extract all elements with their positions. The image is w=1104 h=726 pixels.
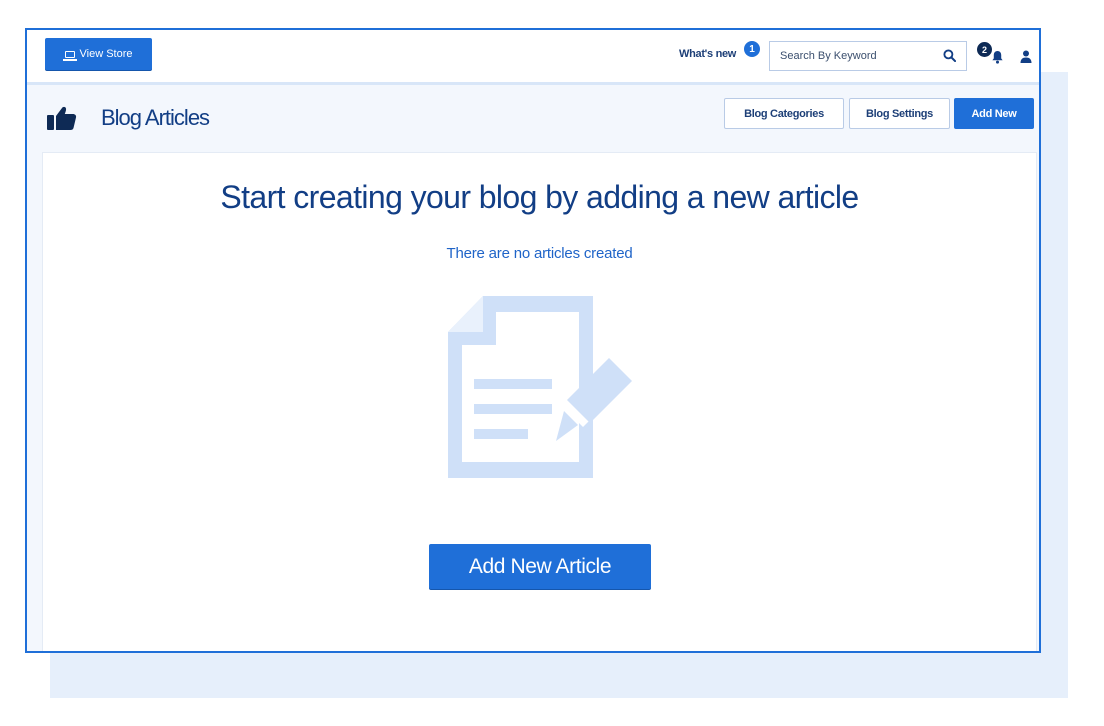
search-input[interactable]: [770, 42, 950, 70]
empty-state-heading: Start creating your blog by adding a new…: [220, 179, 859, 215]
empty-state-card: Start creating your blog by adding a new…: [42, 152, 1037, 651]
search-icon[interactable]: [943, 49, 956, 62]
search-box: [769, 41, 967, 71]
whats-new-badge: 1: [744, 41, 760, 57]
page-title: Blog Articles: [101, 105, 210, 130]
view-store-button[interactable]: View Store: [45, 38, 152, 70]
empty-state-subtext: There are no articles created: [446, 245, 633, 262]
whats-new-link[interactable]: What's new: [679, 48, 736, 60]
bell-icon[interactable]: [991, 50, 1004, 64]
blog-settings-button[interactable]: Blog Settings: [849, 98, 950, 129]
thumbs-up-icon: [47, 106, 77, 130]
blog-categories-button[interactable]: Blog Categories: [724, 98, 844, 129]
document-edit-icon: [448, 296, 632, 478]
view-store-label: View Store: [79, 48, 133, 60]
monitor-icon: [62, 50, 77, 61]
notification-badge: 2: [977, 42, 992, 57]
page-header: Blog Articles Blog Categories Blog Setti…: [27, 85, 1039, 145]
add-new-article-button[interactable]: Add New Article: [429, 544, 651, 589]
add-new-button[interactable]: Add New: [954, 98, 1034, 129]
app-window: View Store What's new 1 2 Blog Articles …: [25, 28, 1041, 653]
user-icon[interactable]: [1020, 50, 1032, 63]
top-bar: View Store What's new 1 2: [27, 30, 1039, 85]
